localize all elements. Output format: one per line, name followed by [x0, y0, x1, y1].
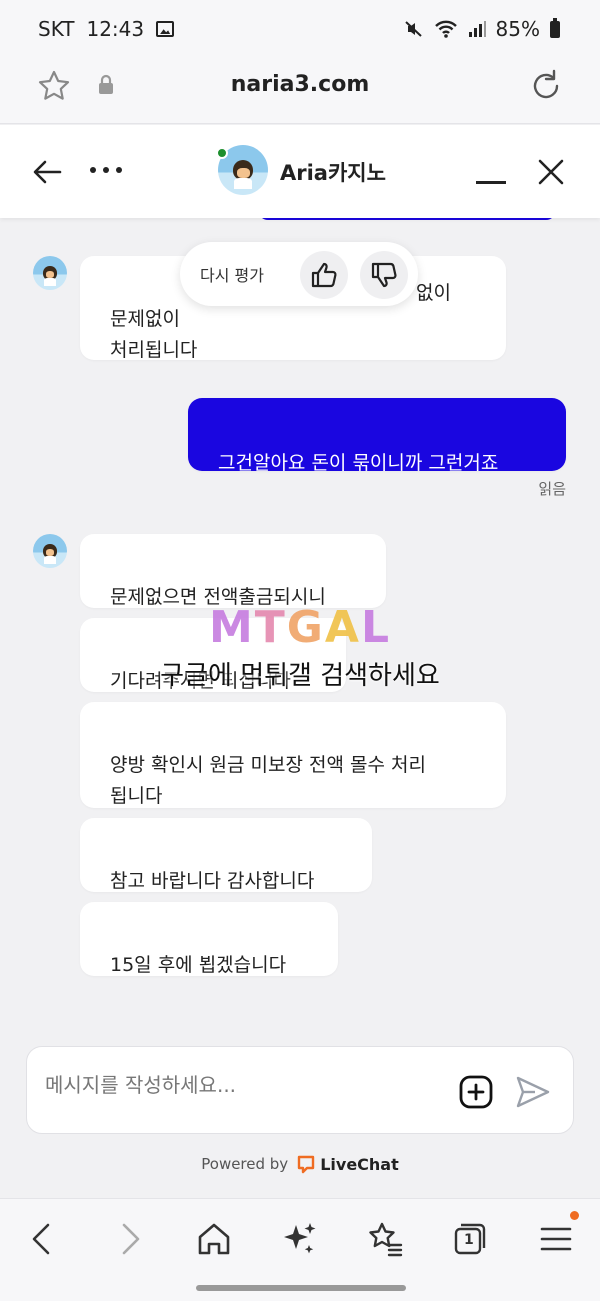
- message-text: 문제없이 처리됩니다: [110, 308, 198, 361]
- message-text: 참고 바랍니다 감사합니다: [110, 870, 315, 892]
- status-left: SKT 12:43: [38, 17, 175, 41]
- more-options-icon[interactable]: [90, 167, 122, 173]
- forward-icon[interactable]: [110, 1219, 150, 1259]
- gallery-icon: [156, 21, 175, 37]
- browser-url-bar: naria3.com: [0, 58, 600, 124]
- message-text: 기다려주시면 되십니다: [110, 670, 291, 692]
- signal-icon: [468, 21, 486, 37]
- powered-by-label: Powered by: [201, 1155, 289, 1173]
- chat-header: Aria카지노: [0, 125, 600, 218]
- rating-popup: 다시 평가: [180, 242, 418, 306]
- thumbs-up-icon: [311, 262, 337, 288]
- url-text[interactable]: naria3.com: [0, 72, 600, 97]
- status-right: 85%: [404, 17, 560, 41]
- carrier-label: SKT: [38, 17, 75, 41]
- sparkle-icon[interactable]: [280, 1219, 320, 1259]
- thumbs-down-icon: [371, 262, 397, 288]
- message-bubble: 기다려주시면 되십니다: [80, 618, 346, 692]
- livechat-brand: LiveChat: [296, 1154, 399, 1174]
- chat-transcript[interactable]: 문제없이 처리됩니다 없이 다시 평가 그건알아요 돈이 묶이니까 그런거죠 읽…: [0, 218, 600, 1198]
- message-text: 그건알아요 돈이 묶이니까 그런거죠: [218, 452, 499, 474]
- bookmarks-icon[interactable]: [365, 1219, 405, 1259]
- status-bar: SKT 12:43 85%: [0, 0, 600, 58]
- attach-plus-icon[interactable]: [459, 1075, 493, 1109]
- send-icon[interactable]: [515, 1075, 551, 1109]
- message-text: 15일 후에 뵙겠습니다: [110, 954, 287, 976]
- livechat-logo-icon: [298, 1155, 315, 1174]
- close-icon[interactable]: [536, 157, 566, 187]
- browser-bottom-nav: 1: [0, 1198, 600, 1301]
- agent-message-avatar: [33, 256, 67, 290]
- tabs-button[interactable]: 1: [450, 1219, 490, 1259]
- tab-count: 1: [464, 1232, 474, 1248]
- clock: 12:43: [86, 17, 145, 41]
- message-composer: [26, 1046, 574, 1134]
- read-receipt: 읽음: [538, 480, 566, 498]
- message-bubble: 15일 후에 뵙겠습니다: [80, 902, 338, 976]
- back-icon[interactable]: [22, 1219, 62, 1259]
- message-input[interactable]: [45, 1073, 445, 1097]
- agent-avatar: [216, 145, 268, 195]
- mute-icon: [404, 21, 422, 37]
- agent-message-avatar: [33, 534, 67, 568]
- message-overflow-text: 없이: [416, 282, 451, 304]
- menu-icon[interactable]: [536, 1219, 576, 1259]
- livechat-brand-name: LiveChat: [320, 1154, 399, 1174]
- wifi-icon: [434, 20, 457, 38]
- home-gesture-bar[interactable]: [196, 1285, 406, 1291]
- reload-icon[interactable]: [528, 68, 564, 104]
- minimize-icon[interactable]: [476, 181, 506, 184]
- battery-percent: 85%: [495, 17, 540, 41]
- rating-label: 다시 평가: [200, 266, 264, 285]
- battery-icon: [550, 17, 560, 38]
- outgoing-message-bubble: 그건알아요 돈이 묶이니까 그런거죠: [188, 398, 566, 474]
- message-bubble: 참고 바랍니다 감사합니다: [80, 818, 372, 892]
- message-text: 문제없으면 전액출금되시니: [110, 586, 326, 608]
- previous-message-edge: [258, 218, 556, 220]
- message-bubble: 문제없으면 전액출금되시니: [80, 534, 386, 608]
- message-text: 양방 확인시 원금 미보장 전액 몰수 처리 됩니다: [110, 754, 426, 807]
- powered-by[interactable]: Powered by LiveChat: [0, 1154, 600, 1174]
- thumbs-down-button[interactable]: [360, 251, 408, 299]
- home-icon[interactable]: [194, 1219, 234, 1259]
- online-status-dot: [216, 147, 228, 159]
- menu-notification-badge: [570, 1211, 579, 1220]
- thumbs-up-button[interactable]: [300, 251, 348, 299]
- message-bubble: 양방 확인시 원금 미보장 전액 몰수 처리 됩니다: [80, 702, 506, 808]
- agent-name: Aria카지노: [280, 161, 386, 185]
- back-arrow-icon[interactable]: [30, 155, 64, 189]
